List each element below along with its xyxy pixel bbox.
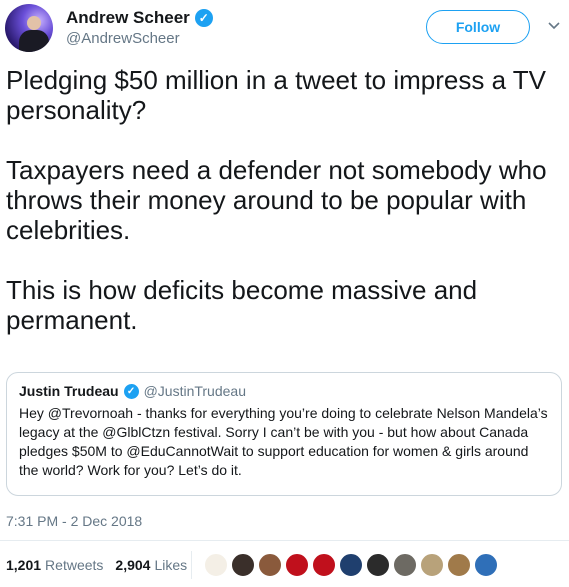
quoted-tweet-text: Hey @Trevornoah - thanks for everything … — [19, 405, 548, 478]
likes-label: Likes — [154, 557, 188, 573]
liker-avatar[interactable] — [204, 553, 228, 577]
author-avatar[interactable] — [5, 4, 53, 52]
stats-separator — [191, 551, 192, 579]
quoted-author-name: Justin Trudeau — [19, 383, 119, 399]
verified-badge-icon: ✓ — [123, 383, 139, 399]
likes-stat[interactable]: 2,904 Likes — [115, 557, 187, 573]
tweet-timestamp[interactable]: 7:31 PM - 2 Dec 2018 — [6, 513, 142, 529]
liker-avatar[interactable] — [393, 553, 417, 577]
tweet-text: Pledging $50 million in a tweet to impre… — [6, 65, 547, 335]
likes-count: 2,904 — [115, 557, 151, 573]
author-name-row[interactable]: Andrew Scheer ✓ — [66, 8, 213, 28]
liker-avatar[interactable] — [366, 553, 390, 577]
liker-avatar[interactable] — [474, 553, 498, 577]
retweets-stat[interactable]: 1,201 Retweets — [6, 557, 103, 573]
avatar-figure-head — [27, 16, 41, 30]
author-handle[interactable]: @AndrewScheer — [66, 30, 180, 47]
author-name[interactable]: Andrew Scheer — [66, 8, 190, 28]
follow-button[interactable]: Follow — [426, 10, 530, 44]
retweets-count: 1,201 — [6, 557, 42, 573]
liker-avatar[interactable] — [447, 553, 471, 577]
liker-avatar[interactable] — [285, 553, 309, 577]
quoted-author-handle: @JustinTrudeau — [143, 383, 246, 399]
liker-avatar[interactable] — [231, 553, 255, 577]
liker-avatars[interactable] — [204, 553, 498, 577]
quoted-tweet-header: Justin Trudeau ✓ @JustinTrudeau — [19, 383, 549, 399]
liker-avatar[interactable] — [312, 553, 336, 577]
liker-avatar[interactable] — [258, 553, 282, 577]
chevron-down-icon[interactable] — [548, 20, 560, 32]
retweets-label: Retweets — [45, 557, 104, 573]
liker-avatar[interactable] — [420, 553, 444, 577]
liker-avatar[interactable] — [339, 553, 363, 577]
verified-badge-icon: ✓ — [194, 9, 213, 27]
tweet-stats: 1,201 Retweets 2,904 Likes — [6, 557, 187, 573]
quoted-tweet[interactable]: Justin Trudeau ✓ @JustinTrudeau Hey @Tre… — [6, 372, 562, 496]
avatar-figure-body — [19, 30, 49, 52]
divider — [0, 540, 569, 541]
